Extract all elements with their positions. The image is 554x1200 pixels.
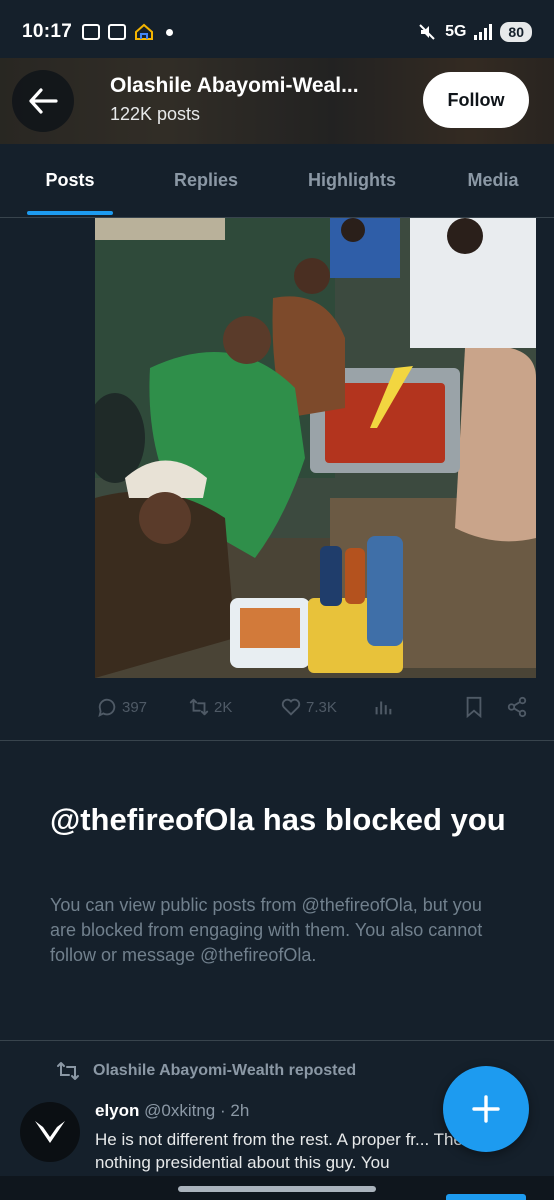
blocked-title: @thefireofOla has blocked you (50, 802, 506, 837)
post-image[interactable] (95, 218, 536, 678)
network-type: 5G (445, 23, 467, 40)
profile-header: Olashile Abayomi-Weal... 122K posts Foll… (0, 58, 554, 144)
share-icon (507, 696, 527, 718)
profile-tabs: Posts Replies Highlights Media (0, 144, 554, 218)
avatar-logo-icon (35, 1121, 65, 1143)
battery-level: 80 (500, 22, 532, 42)
author-name[interactable]: elyon (95, 1101, 139, 1120)
status-bar: 10:17 5G 80 (0, 0, 554, 64)
bottom-accent (446, 1194, 526, 1200)
repost-icon (189, 698, 209, 716)
repost-icon (57, 1062, 79, 1080)
bookmark-icon (466, 696, 482, 718)
status-time: 10:17 (22, 21, 73, 42)
signal-icon (474, 24, 493, 40)
repost-indicator: Olashile Abayomi-Wealth reposted (55, 1060, 356, 1082)
tab-media[interactable]: Media (432, 144, 554, 217)
header-text: Olashile Abayomi-Weal... 122K posts (110, 74, 410, 125)
status-right: 5G 80 (417, 22, 532, 42)
bar-chart-icon (375, 701, 392, 715)
repost-button[interactable]: 2K (188, 696, 280, 718)
divider (0, 1040, 554, 1041)
tab-label: Posts (45, 170, 95, 190)
follow-button[interactable]: Follow (423, 72, 529, 128)
like-button[interactable]: 7.3K (280, 696, 372, 718)
bookmark-button[interactable] (464, 696, 506, 718)
tweet-text[interactable]: He is not different from the rest. A pro… (95, 1128, 505, 1174)
back-button[interactable] (12, 70, 74, 132)
tab-posts[interactable]: Posts (0, 144, 140, 217)
profile-name: Olashile Abayomi-Weal... (110, 74, 359, 97)
reply-count: 397 (122, 698, 148, 716)
home-app-icon (135, 23, 154, 40)
compose-button[interactable] (443, 1066, 529, 1152)
like-count: 7.3K (306, 698, 337, 716)
post-count: 122K posts (110, 104, 201, 124)
mute-icon (419, 24, 435, 40)
repost-count: 2K (214, 698, 233, 716)
screenshot-icon (82, 24, 101, 40)
reposted-by-label: Olashile Abayomi-Wealth reposted (93, 1062, 357, 1079)
heart-icon (281, 698, 301, 716)
tab-label: Media (467, 170, 519, 190)
reply-button[interactable]: 397 (96, 696, 188, 718)
tweet-time: · 2h (220, 1101, 250, 1120)
share-button[interactable] (506, 696, 536, 718)
status-notification-icons (82, 23, 174, 41)
dot-icon (166, 28, 174, 36)
tab-highlights[interactable]: Highlights (272, 144, 432, 217)
avatar[interactable] (20, 1102, 80, 1162)
views-button[interactable] (372, 696, 464, 718)
author-handle[interactable]: @0xkitng (144, 1101, 215, 1120)
active-tab-indicator (27, 211, 113, 215)
tab-replies[interactable]: Replies (140, 144, 272, 217)
reply-icon (98, 698, 116, 717)
post-action-bar: 397 2K 7.3K (96, 692, 536, 722)
blocked-description: You can view public posts from @thefireo… (50, 895, 483, 965)
tab-label: Highlights (308, 170, 396, 190)
tab-label: Replies (173, 170, 239, 190)
arrow-left-icon (29, 88, 58, 114)
post-photo (95, 218, 536, 678)
plus-icon (472, 1095, 500, 1123)
tweet-header: elyon @0xkitng · 2h (95, 1101, 249, 1121)
gallery-icon (108, 24, 127, 40)
home-indicator[interactable] (178, 1186, 376, 1192)
divider (0, 740, 554, 741)
